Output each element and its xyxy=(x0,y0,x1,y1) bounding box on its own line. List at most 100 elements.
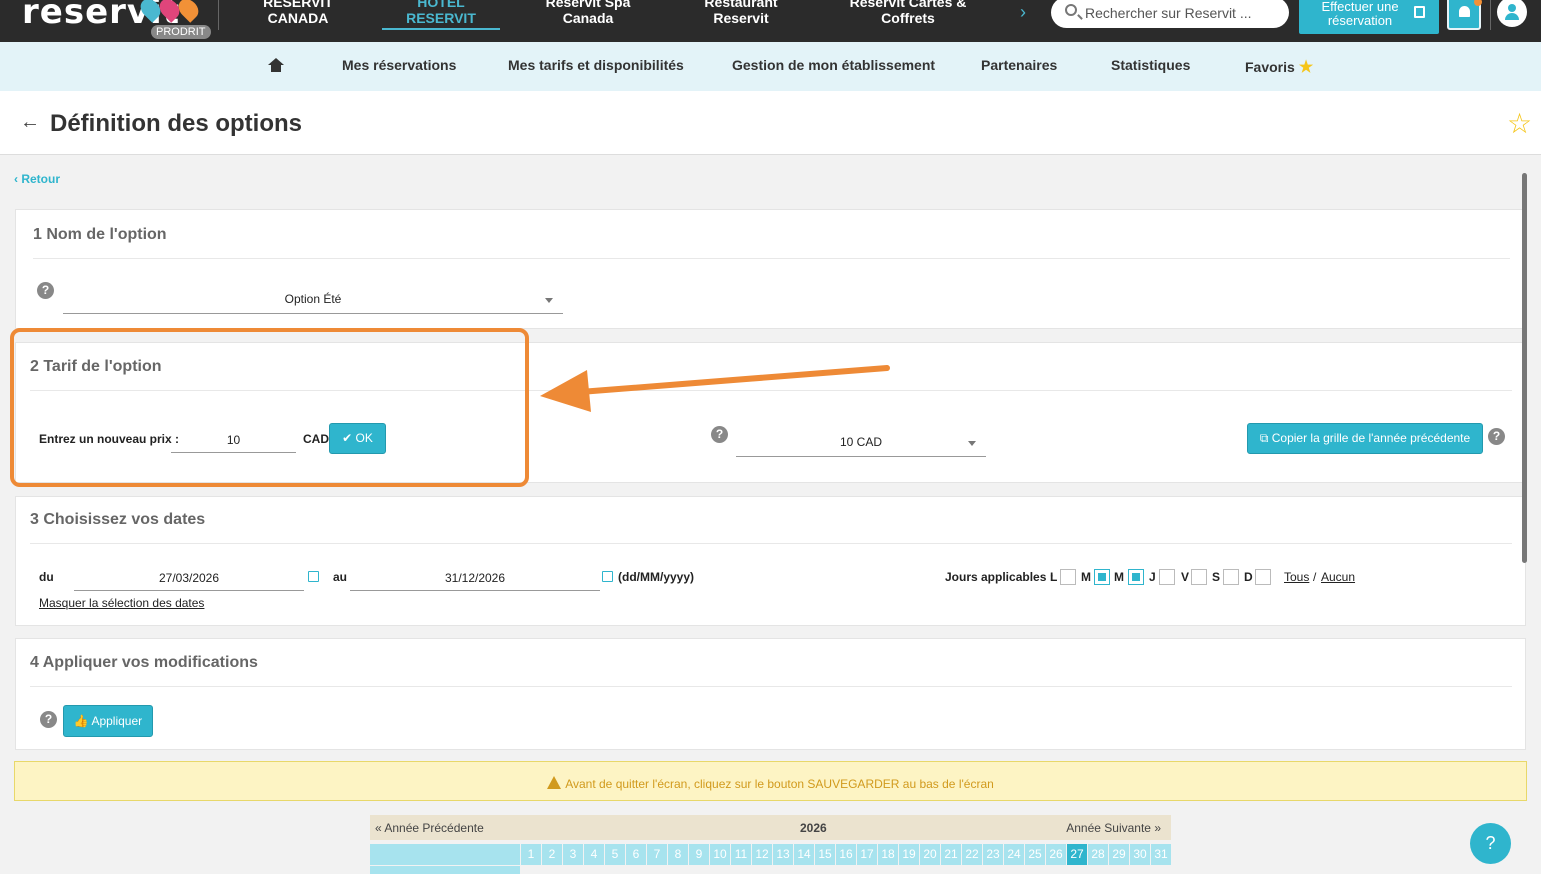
calendar-day[interactable]: 19 xyxy=(899,844,919,865)
search-input[interactable]: Rechercher sur Reservit ... xyxy=(1051,0,1289,28)
calendar-day[interactable]: 30 xyxy=(1130,844,1150,865)
calendar-icon[interactable] xyxy=(308,571,319,582)
day-checkbox-monday[interactable] xyxy=(1060,569,1076,585)
select-no-days-link[interactable]: Aucun xyxy=(1321,570,1355,584)
caret-down-icon xyxy=(968,441,976,446)
calendar-day[interactable]: 26 xyxy=(1046,844,1066,865)
divider xyxy=(30,686,1512,687)
calendar-day[interactable]: 16 xyxy=(836,844,856,865)
back-arrow-icon[interactable]: ← xyxy=(20,111,40,134)
calendar-day[interactable]: 4 xyxy=(584,844,604,865)
home-icon[interactable] xyxy=(268,58,284,72)
calendar-day[interactable]: 2 xyxy=(542,844,562,865)
calendar-day[interactable]: 3 xyxy=(563,844,583,865)
calendar-day[interactable]: 1 xyxy=(521,844,541,865)
applicable-days-label: Jours applicables : xyxy=(945,570,1054,584)
day-checkbox-saturday[interactable] xyxy=(1223,569,1239,585)
calendar-day[interactable]: 31 xyxy=(1151,844,1171,865)
calendar-day[interactable]: 15 xyxy=(815,844,835,865)
apply-button[interactable]: 👍 Appliquer xyxy=(63,705,153,737)
date-format-hint: (dd/MM/yyyy) xyxy=(618,570,695,584)
section-apply: 4 Appliquer vos modifications ? 👍 Appliq… xyxy=(15,638,1526,750)
top-bar: reservit PRODRIT RESERVIT CANADA HOTEL RES… xyxy=(0,0,1541,42)
day-checkbox-sunday[interactable] xyxy=(1255,569,1271,585)
day-checkbox-friday[interactable] xyxy=(1191,569,1207,585)
from-date-input[interactable]: 27/03/2026 xyxy=(74,569,304,591)
topnav-restaurant[interactable]: Restaurant Reservit xyxy=(700,0,782,26)
subnav-favoris[interactable]: Favoris ★ xyxy=(1245,57,1313,77)
subnav-gestion[interactable]: Gestion de mon établissement xyxy=(732,57,935,73)
calendar-row-label xyxy=(370,866,520,874)
calendar-day[interactable]: 11 xyxy=(731,844,751,865)
help-icon[interactable]: ? xyxy=(1488,428,1505,445)
section-title: 3 Choisissez vos dates xyxy=(30,511,206,528)
day-checkbox-tuesday[interactable] xyxy=(1094,569,1110,585)
calendar-day[interactable]: 6 xyxy=(626,844,646,865)
select-all-days-link[interactable]: Tous xyxy=(1284,570,1309,584)
favorite-star-icon[interactable]: ☆ xyxy=(1507,107,1532,140)
calendar-day[interactable]: 27 xyxy=(1067,844,1087,865)
day-checkbox-wednesday[interactable] xyxy=(1128,569,1144,585)
copy-icon: ⧉ xyxy=(1259,431,1269,445)
copy-previous-year-button[interactable]: ⧉ Copier la grille de l'année précédente xyxy=(1247,423,1483,454)
calendar-day[interactable]: 25 xyxy=(1025,844,1045,865)
calendar-day[interactable]: 12 xyxy=(752,844,772,865)
chevron-right-icon[interactable]: › xyxy=(1020,2,1026,23)
subnav-reservations[interactable]: Mes réservations xyxy=(342,57,456,73)
calendar-day[interactable]: 5 xyxy=(605,844,625,865)
calendar-day[interactable]: 18 xyxy=(878,844,898,865)
previous-year-link[interactable]: « Année Précédente xyxy=(375,821,484,835)
calendar-day[interactable]: 24 xyxy=(1004,844,1024,865)
calendar-day[interactable]: 28 xyxy=(1088,844,1108,865)
day-letter: D xyxy=(1244,570,1253,584)
calendar-day[interactable]: 9 xyxy=(689,844,709,865)
day-letter: M xyxy=(1081,570,1091,584)
floating-help-button[interactable]: ? xyxy=(1470,823,1511,864)
calendar-day[interactable]: 7 xyxy=(647,844,667,865)
day-checkbox-thursday[interactable] xyxy=(1159,569,1175,585)
calendar-day[interactable]: 13 xyxy=(773,844,793,865)
hide-dates-link[interactable]: Masquer la sélection des dates xyxy=(39,596,204,610)
topnav-reservit-canada[interactable]: RESERVIT CANADA xyxy=(262,0,334,26)
calendar-day[interactable]: 8 xyxy=(668,844,688,865)
calendar-row-label xyxy=(370,844,520,865)
help-icon[interactable]: ? xyxy=(40,711,57,728)
calendar-icon xyxy=(1414,6,1425,18)
calendar-day[interactable]: 14 xyxy=(794,844,814,865)
topnav-cartes-coffrets[interactable]: Reservit Cartes & Coffrets xyxy=(848,0,968,26)
highlight-box xyxy=(10,328,529,487)
day-letter: S xyxy=(1212,570,1221,584)
calendar-day[interactable]: 17 xyxy=(857,844,877,865)
day-letter: J xyxy=(1149,570,1156,584)
calendar-day[interactable]: 10 xyxy=(710,844,730,865)
help-icon[interactable]: ? xyxy=(37,282,54,299)
section-title: 1 Nom de l'option xyxy=(33,226,167,243)
subnav-statistiques[interactable]: Statistiques xyxy=(1111,57,1190,73)
to-date-input[interactable]: 31/12/2026 xyxy=(350,569,600,591)
subnav-partenaires[interactable]: Partenaires xyxy=(981,57,1057,73)
back-link[interactable]: ‹ Retour xyxy=(14,172,60,186)
topnav-spa-canada[interactable]: Reservit Spa Canada xyxy=(540,0,636,26)
calendar-day[interactable]: 20 xyxy=(920,844,940,865)
calendar-day[interactable]: 23 xyxy=(983,844,1003,865)
calendar-day[interactable]: 21 xyxy=(941,844,961,865)
calendar-day[interactable]: 22 xyxy=(962,844,982,865)
make-reservation-button[interactable]: Effectuer une réservation xyxy=(1299,0,1439,34)
tarif-select[interactable]: 10 CAD xyxy=(736,435,986,457)
page-header: ← Définition des options ☆ xyxy=(0,91,1541,155)
star-icon: ★ xyxy=(1298,59,1314,76)
help-icon[interactable]: ? xyxy=(711,426,728,443)
subnav-tarifs[interactable]: Mes tarifs et disponibilités xyxy=(508,57,684,73)
topnav-hotel-reservit[interactable]: HOTEL RESERVIT xyxy=(382,0,500,30)
scrollbar[interactable] xyxy=(1522,173,1527,563)
annotation-arrow xyxy=(540,365,890,412)
option-name-select[interactable]: Option Été xyxy=(63,292,563,314)
to-label: au xyxy=(333,570,348,584)
calendar-day[interactable]: 29 xyxy=(1109,844,1129,865)
environment-badge: PRODRIT xyxy=(151,25,211,39)
calendar-icon[interactable] xyxy=(602,571,613,582)
section-dates: 3 Choisissez vos dates du 27/03/2026 au … xyxy=(15,496,1526,626)
user-avatar-icon[interactable] xyxy=(1497,0,1527,27)
sub-navigation: Mes réservations Mes tarifs et disponibi… xyxy=(0,42,1541,91)
next-year-link[interactable]: Année Suivante » xyxy=(1066,821,1161,835)
